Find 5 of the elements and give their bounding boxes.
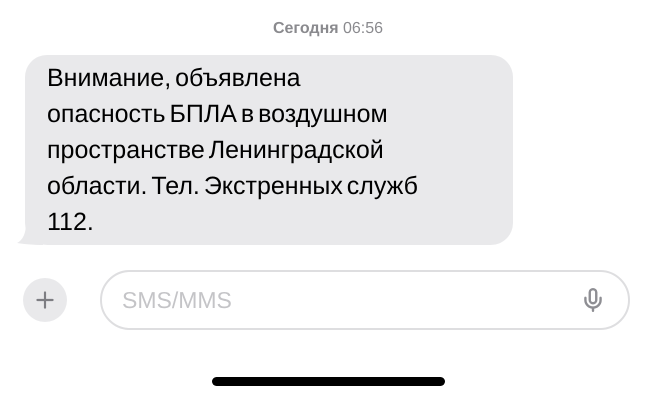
message-text: Внимание, объявлена опасность БПЛА в воздушном пространстве Ленинградской области. Тел. Экстренных служб 112. [47, 63, 419, 238]
message-timestamp: Сегодня 06:56 [272, 19, 384, 39]
text-input[interactable]: SMS/MMS [122, 282, 580, 318]
add-button[interactable] [23, 278, 67, 322]
message-input-field[interactable]: SMS/MMS [100, 270, 630, 330]
